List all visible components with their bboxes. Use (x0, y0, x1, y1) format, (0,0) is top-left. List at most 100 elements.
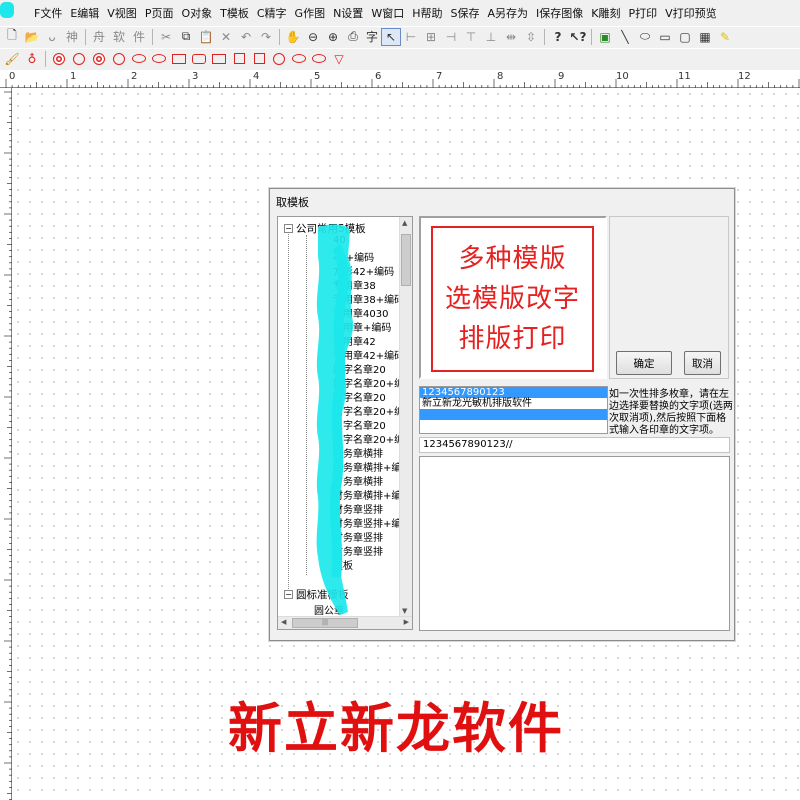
tree-item[interactable]: 两字名章20 (333, 389, 386, 404)
new-file-icon[interactable]: 🗋 (2, 28, 22, 46)
copy-icon[interactable]: ⧉ (176, 28, 196, 46)
round-stamp-star-icon[interactable] (49, 50, 69, 68)
scroll-thumb[interactable]: ||| (292, 618, 358, 628)
menu-print-preview[interactable]: V打印预览 (663, 5, 723, 21)
scroll-up-icon[interactable]: ▲ (402, 219, 407, 227)
circle-ring-icon[interactable] (109, 50, 129, 68)
scroll-thumb[interactable] (401, 234, 411, 286)
tree-vertical-scrollbar[interactable]: ▲ ▼ (399, 217, 412, 617)
menu-page[interactable]: P页面 (143, 5, 180, 21)
tree-item[interactable]: 财务章横排+编 (333, 459, 401, 474)
rect-stamp-icon[interactable] (169, 50, 189, 68)
tree-item[interactable]: 专用章+编码 (333, 319, 391, 334)
round-small-icon[interactable] (269, 50, 289, 68)
menu-draw[interactable]: G作图 (293, 5, 332, 21)
align-right-icon[interactable]: ⊣ (441, 28, 461, 46)
tree-item[interactable]: 三字名章20 (333, 417, 386, 432)
text-input[interactable]: 1234567890123// (419, 437, 730, 453)
paste-icon[interactable]: 📋 (196, 28, 216, 46)
tree-horizontal-scrollbar[interactable]: ◀ ||| ▶ (278, 616, 412, 629)
tree-item[interactable]: 财务章竖排 (333, 501, 383, 516)
highlighter-icon[interactable]: ✎ (715, 28, 735, 46)
line-icon[interactable]: ╲ (615, 28, 635, 46)
rect-split-icon[interactable] (209, 50, 229, 68)
tree-item[interactable]: 财务章竖排+编 (333, 515, 401, 530)
tree-item[interactable]: 专用章4030 (333, 305, 388, 320)
menu-save-as[interactable]: A另存为 (485, 5, 534, 21)
delete-icon[interactable]: ✕ (216, 28, 236, 46)
stamp-wizard-icon[interactable]: 🖌 (2, 50, 22, 68)
collapse-icon[interactable]: − (284, 590, 293, 599)
menu-window[interactable]: W窗口 (369, 5, 410, 21)
text-item-list[interactable]: 1234567890123 新立新龙光敏机排版软件 (419, 386, 608, 434)
scroll-right-icon[interactable]: ▶ (404, 618, 409, 626)
batch-text-area[interactable] (419, 456, 730, 631)
image-icon[interactable]: ▣ (595, 28, 615, 46)
rectangle-icon[interactable]: ▭ (655, 28, 675, 46)
oval-double-icon[interactable] (149, 50, 169, 68)
scroll-down-icon[interactable]: ▼ (402, 607, 407, 615)
round-stamp-icon[interactable] (69, 50, 89, 68)
triangle-icon[interactable]: ▽ (329, 50, 349, 68)
boat-icon[interactable]: 舟 (89, 28, 109, 46)
double-circle-icon[interactable] (89, 50, 109, 68)
tree-node-company[interactable]: − 公司常用5模板 (284, 221, 366, 236)
menu-help[interactable]: H帮助 (410, 5, 448, 21)
menu-engrave[interactable]: K雕刻 (589, 5, 626, 21)
menu-template[interactable]: T模板 (218, 5, 255, 21)
menu-font[interactable]: C精字 (255, 5, 293, 21)
menu-settings[interactable]: N设置 (331, 5, 369, 21)
align-left-icon[interactable]: ⊢ (401, 28, 421, 46)
distribute-h-icon[interactable]: ⇹ (501, 28, 521, 46)
tree-item[interactable]: 模板 (333, 557, 353, 572)
oval-stamp-icon[interactable] (129, 50, 149, 68)
collapse-icon[interactable]: − (284, 224, 293, 233)
redo-icon[interactable]: ↷ (256, 28, 276, 46)
tree-item[interactable]: 财务章横排+编 (333, 487, 401, 502)
tree-item[interactable]: 专用章38+编码 (333, 291, 404, 306)
tree-item[interactable]: 40 (333, 235, 346, 246)
tree-item[interactable]: 专用章42+编码 (333, 347, 404, 362)
cancel-button[interactable]: 取消 (684, 351, 721, 375)
lens-icon[interactable] (309, 50, 329, 68)
tree-item[interactable]: 财务章竖排 (333, 543, 383, 558)
zoom-in-icon[interactable]: ⊕ (323, 28, 343, 46)
hand-icon[interactable]: ✋ (283, 28, 303, 46)
tree-item[interactable]: 财务章横排 (333, 473, 383, 488)
list-item[interactable] (420, 409, 607, 420)
soft-icon[interactable]: 软 (109, 28, 129, 46)
god-icon[interactable]: 神 (62, 28, 82, 46)
menu-view[interactable]: V视图 (105, 5, 143, 21)
tree-item[interactable]: 圆公章 (314, 602, 344, 617)
help-icon[interactable]: ? (548, 28, 568, 46)
context-help-icon[interactable]: ↖? (568, 28, 588, 46)
tree-item[interactable]: 财务章横排 (333, 445, 383, 460)
tree-node-standard-round[interactable]: − 圆标准模板 (284, 587, 349, 602)
tree-item[interactable]: 财务章竖排 (333, 529, 383, 544)
square-double-icon[interactable] (249, 50, 269, 68)
piece-icon[interactable]: 件 (129, 28, 149, 46)
tree-item[interactable]: 专用章42 (333, 333, 376, 348)
zoom-out-icon[interactable]: ⊖ (303, 28, 323, 46)
printer-icon[interactable]: ⎙ (343, 28, 363, 46)
menu-file[interactable]: F文件 (32, 5, 68, 21)
menu-save-image[interactable]: I保存图像 (534, 5, 589, 21)
list-item[interactable]: 1234567890123 (420, 387, 607, 398)
align-center-icon[interactable]: ⊞ (421, 28, 441, 46)
tree-item[interactable]: 方形42+编码 (333, 263, 394, 278)
ellipse-icon[interactable]: ⬭ (635, 28, 655, 46)
ok-button[interactable]: 确定 (616, 351, 672, 375)
list-item[interactable]: 新立新龙光敏机排版软件 (420, 398, 607, 409)
pointer-icon[interactable]: ↖ (381, 27, 402, 46)
tree-item[interactable]: 40+编码 (333, 249, 374, 264)
oval-small-icon[interactable] (289, 50, 309, 68)
table-icon[interactable]: ▦ (695, 28, 715, 46)
stamp-template-icon[interactable]: ♁ (22, 50, 42, 68)
square-stamp-icon[interactable] (229, 50, 249, 68)
distribute-v-icon[interactable]: ⇳ (521, 28, 541, 46)
tree-item[interactable]: 专用章38 (333, 277, 376, 292)
scroll-left-icon[interactable]: ◀ (281, 618, 286, 626)
menu-save[interactable]: S保存 (448, 5, 485, 21)
rounded-rect-icon[interactable]: ▢ (675, 28, 695, 46)
rect-double-icon[interactable] (189, 50, 209, 68)
